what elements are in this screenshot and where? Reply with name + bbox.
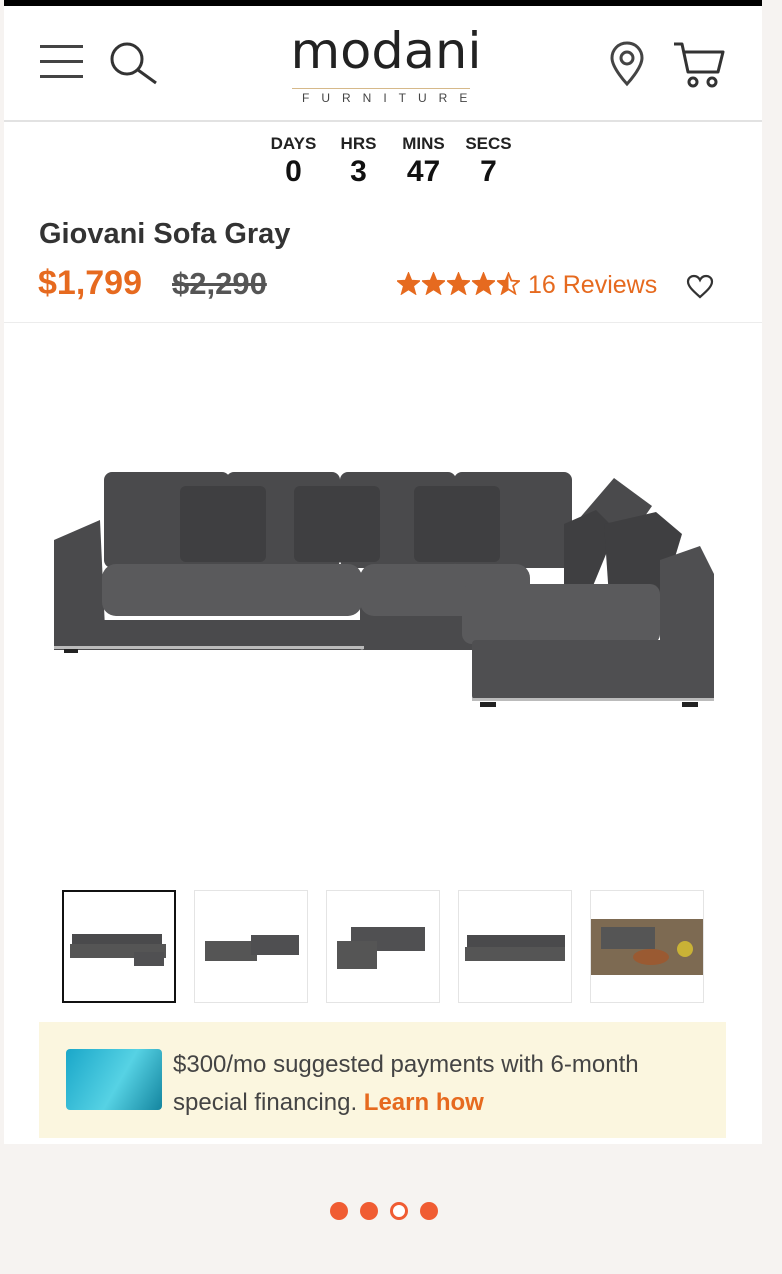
sale-countdown: DAYS 0 HRS 3 MINS 47 SECS 7: [0, 134, 782, 190]
sale-price: $1,799: [38, 264, 142, 302]
thumbnail-2[interactable]: [194, 890, 308, 1003]
financing-text: $300/mo suggested payments with 6-month …: [173, 1046, 693, 1122]
product-title: Giovani Sofa Gray: [39, 218, 291, 250]
hours-value: 3: [350, 155, 367, 188]
brand-name: modani: [290, 22, 482, 80]
pagination-dot[interactable]: [330, 1202, 348, 1220]
learn-how-link[interactable]: Learn how: [364, 1089, 484, 1116]
seconds-value: 7: [480, 155, 497, 188]
brand-subtitle: FURNITURE: [292, 88, 470, 105]
brand-logo[interactable]: modani FURNITURE: [286, 16, 486, 108]
thumbnail-3[interactable]: [326, 890, 440, 1003]
pagination-dot[interactable]: [360, 1202, 378, 1220]
days-label: DAYS: [270, 134, 317, 153]
star-full-icon: [447, 272, 470, 295]
countdown-seconds: SECS 7: [456, 134, 521, 190]
star-half-icon: [497, 272, 520, 295]
thumbnail-4[interactable]: [458, 890, 572, 1003]
star-full-icon: [472, 272, 495, 295]
cart-icon[interactable]: [672, 40, 726, 92]
product-main-image[interactable]: [40, 440, 730, 730]
countdown-minutes: MINS 47: [391, 134, 456, 190]
hours-label: HRS: [340, 134, 377, 153]
financing-banner: $300/mo suggested payments with 6-month …: [39, 1022, 726, 1138]
thumbnail-1[interactable]: [62, 890, 176, 1003]
hamburger-icon[interactable]: [40, 44, 84, 80]
search-icon[interactable]: [108, 40, 160, 86]
pagination-dot[interactable]: [390, 1202, 408, 1220]
thumbnail-5[interactable]: [590, 890, 704, 1003]
days-value: 0: [285, 155, 302, 188]
minutes-value: 47: [406, 155, 441, 188]
divider: [4, 322, 762, 323]
reviews-link[interactable]: 16 Reviews: [528, 271, 657, 300]
location-pin-icon[interactable]: [608, 40, 646, 88]
star-full-icon: [422, 272, 445, 295]
countdown-hours: HRS 3: [326, 134, 391, 190]
original-price: $2,290: [172, 266, 267, 301]
seconds-label: SECS: [465, 134, 512, 153]
rating-stars[interactable]: [397, 272, 520, 295]
carousel-pagination: [330, 1202, 438, 1220]
heart-icon[interactable]: [686, 274, 714, 300]
site-header: modani FURNITURE: [4, 6, 762, 122]
pagination-dot[interactable]: [420, 1202, 438, 1220]
thumbnail-strip: [62, 890, 704, 1003]
countdown-days: DAYS 0: [261, 134, 326, 190]
credit-card-image: [66, 1049, 162, 1110]
minutes-label: MINS: [402, 134, 445, 153]
star-full-icon: [397, 272, 420, 295]
